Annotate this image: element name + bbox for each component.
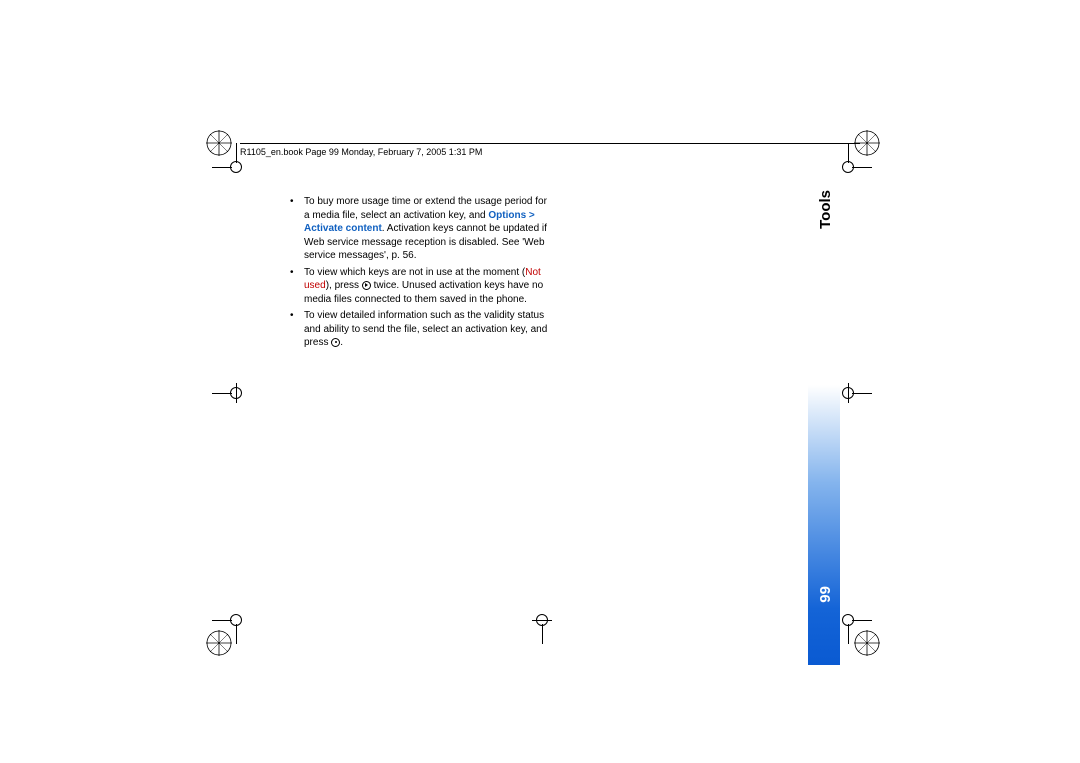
bullet-marker: • [290,266,304,307]
text-segment: . [340,337,343,348]
bullet-item: • To view detailed information such as t… [290,309,548,350]
header-text: R1105_en.book Page 99 Monday, February 7… [240,147,482,157]
page-number: 99 [817,586,834,603]
bullet-text: To view which keys are not in use at the… [304,266,548,307]
side-tab-gradient [808,385,840,665]
bullet-text: To buy more usage time or extend the usa… [304,195,548,263]
crop-mark-icon [854,130,880,156]
header-rule [240,143,860,144]
text-segment: To view which keys are not in use at the… [304,267,525,278]
page-container: R1105_en.book Page 99 Monday, February 7… [190,125,890,665]
bullet-marker: • [290,309,304,350]
select-key-icon [331,338,340,347]
bullet-marker: • [290,195,304,263]
bullet-item: • To buy more usage time or extend the u… [290,195,548,263]
crop-mark-icon [206,130,232,156]
section-title: Tools [817,190,834,229]
nav-key-icon [362,281,371,290]
side-tab: Tools 99 [808,125,840,665]
crop-mark-icon [206,630,232,656]
crop-mark-icon [854,630,880,656]
bullet-item: • To view which keys are not in use at t… [290,266,548,307]
text-segment: ), press [326,280,362,291]
bullet-text: To view detailed information such as the… [304,309,548,350]
content-area: • To buy more usage time or extend the u… [290,195,548,353]
